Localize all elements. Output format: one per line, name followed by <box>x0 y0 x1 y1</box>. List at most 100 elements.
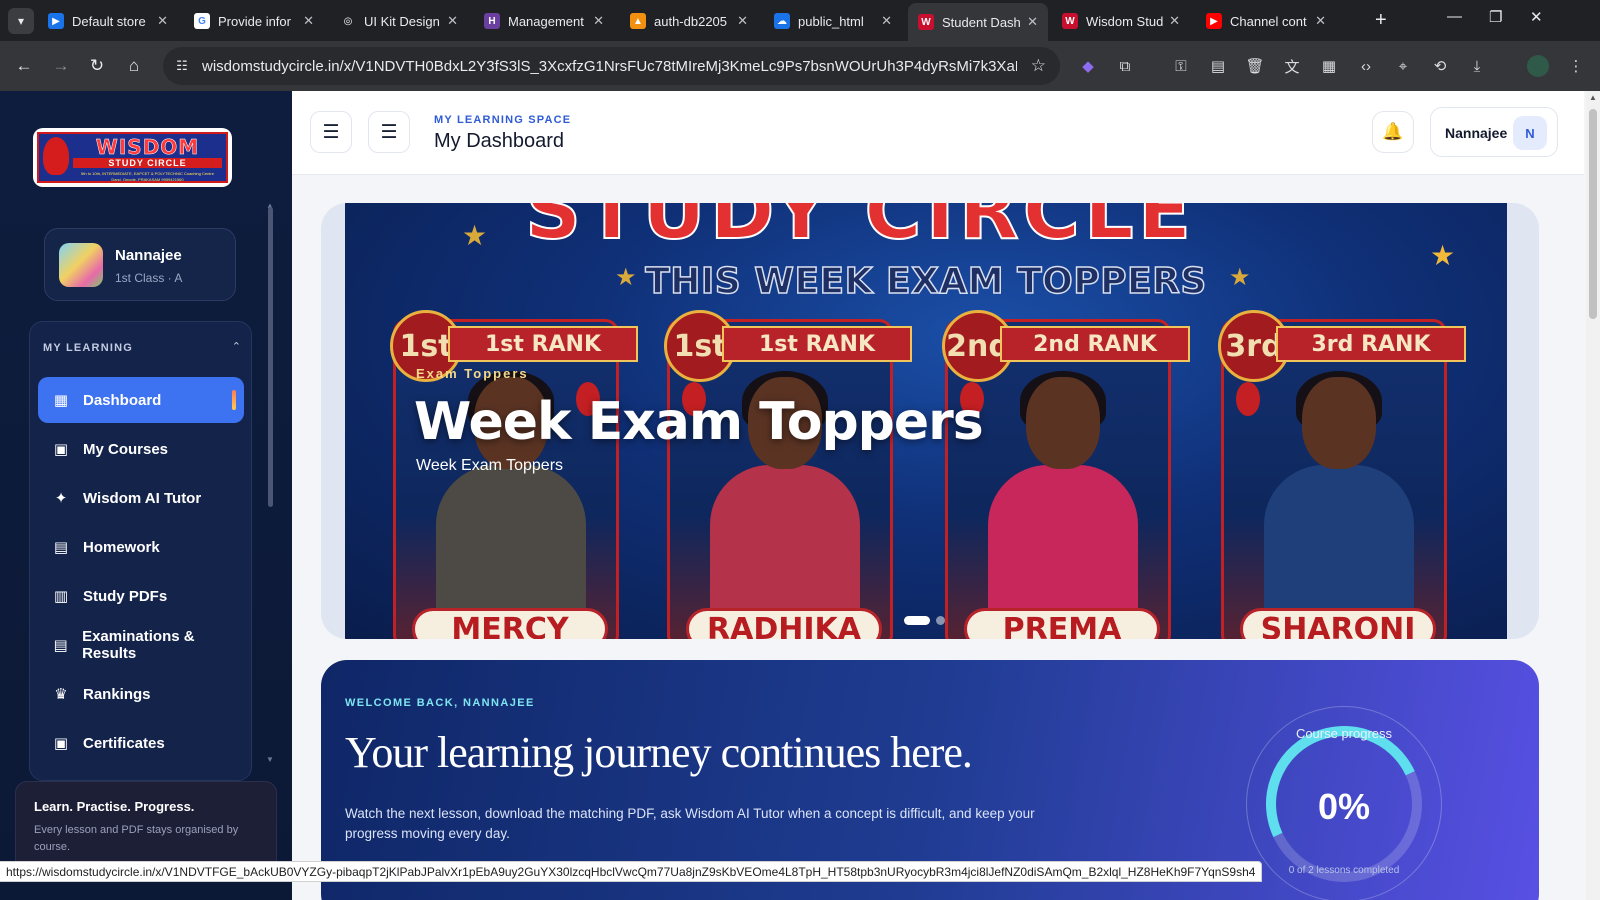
carousel-dot[interactable] <box>904 616 930 625</box>
tab-close-icon[interactable]: ✕ <box>447 13 458 29</box>
tab-title: Channel cont <box>1230 13 1307 29</box>
reading-list-icon[interactable]: ▤ <box>1207 55 1229 77</box>
restore-icon[interactable]: ❐ <box>1489 8 1502 26</box>
page-scroll-thumb[interactable] <box>1589 109 1597 319</box>
tab-close-icon[interactable]: ✕ <box>1027 14 1038 30</box>
user-initial-avatar: N <box>1513 116 1547 150</box>
carousel-dots <box>904 616 945 625</box>
browser-tab[interactable]: ▶ Channel cont ✕ <box>1196 6 1336 36</box>
carousel-dot[interactable] <box>936 616 945 625</box>
sidebar-toggle-icon[interactable]: ☰ <box>368 111 410 153</box>
password-key-icon[interactable]: ⚿ <box>1170 55 1192 77</box>
forward-icon[interactable]: → <box>50 55 72 77</box>
link-hover-status: https://wisdomstudycircle.in/x/V1NDVTFGE… <box>0 861 1262 882</box>
sidebar-item-my-courses[interactable]: ▣ My Courses <box>38 426 244 472</box>
tab-close-icon[interactable]: ✕ <box>1315 13 1326 29</box>
progress-sub: 0 of 2 lessons completed <box>1288 865 1400 876</box>
sidebar-item-rankings[interactable]: ♛ Rankings <box>38 671 244 717</box>
browser-menu-icon[interactable]: ⋮ <box>1565 55 1587 77</box>
qr-code-icon[interactable]: ▦ <box>1318 55 1340 77</box>
main-content: ☰ ☰ MY LEARNING SPACE My Dashboard 🔔 Nan… <box>292 91 1584 900</box>
sidebar-item-label: Examinations & Results <box>82 628 195 662</box>
avatar <box>59 243 103 287</box>
browser-tab[interactable]: ☁ public_html ✕ <box>764 6 902 36</box>
scroll-up-icon[interactable]: ▲ <box>1589 93 1597 102</box>
chevron-up-icon[interactable]: ⌃ <box>232 340 241 353</box>
topper-name: RADHIKA <box>686 608 882 639</box>
sidebar-scroll-down-icon[interactable]: ▼ <box>266 755 274 764</box>
brain-head-icon <box>1236 382 1260 416</box>
translate-icon[interactable]: 文 <box>1281 55 1303 77</box>
address-url[interactable]: wisdomstudycircle.in/x/V1NDVTH0BdxL2Y3fS… <box>202 58 1017 75</box>
tab-title: auth-db2205 <box>654 13 728 29</box>
site-settings-icon[interactable]: ☷ <box>173 57 191 75</box>
browser-tab[interactable]: G Provide infor ✕ <box>184 6 324 36</box>
top-bar: ☰ ☰ MY LEARNING SPACE My Dashboard 🔔 Nan… <box>292 91 1584 175</box>
library-icon: ▥ <box>53 588 69 605</box>
close-window-icon[interactable]: ✕ <box>1530 8 1543 26</box>
tab-close-icon[interactable]: ✕ <box>593 13 604 29</box>
page-scrollbar[interactable]: ▲ <box>1586 91 1600 900</box>
sidebar-item-certificates[interactable]: ▣ Certificates <box>38 720 244 766</box>
back-icon[interactable]: ← <box>13 55 35 77</box>
download-icon[interactable]: ⤓ <box>1466 55 1488 77</box>
brand-logo[interactable]: WISDOM STUDY CIRCLE 5th to 10th, INTERME… <box>33 128 232 187</box>
banner-title: Week Exam Toppers <box>414 392 984 452</box>
rank-ribbon: 1st RANK <box>722 326 912 362</box>
sidebar-scrollbar[interactable] <box>268 207 273 507</box>
notification-bell-icon[interactable]: 🔔 <box>1372 111 1414 153</box>
sparkles-icon: ✦ <box>54 490 68 507</box>
tab-favicon-icon: ◎ <box>340 13 356 29</box>
browser-tab[interactable]: W Student Dash ✕ <box>908 3 1048 41</box>
trophy-icon: ♛ <box>54 686 68 703</box>
tab-favicon-icon: W <box>918 14 934 30</box>
student-profile-card[interactable]: Nannajee 1st Class · A <box>44 228 236 301</box>
browser-tab[interactable]: ▲ auth-db2205 ✕ <box>620 6 758 36</box>
browser-tab[interactable]: W Wisdom Stud ✕ <box>1052 6 1190 36</box>
tab-close-icon[interactable]: ✕ <box>1169 13 1180 29</box>
code-icon[interactable]: ‹› <box>1355 55 1377 77</box>
welcome-text: Watch the next lesson, download the matc… <box>345 806 1035 841</box>
home-icon[interactable]: ⌂ <box>123 55 145 77</box>
tab-close-icon[interactable]: ✕ <box>881 13 892 29</box>
reload-icon[interactable]: ↻ <box>86 55 108 77</box>
section-title: MY LEARNING <box>43 342 134 354</box>
history-icon[interactable]: ⟲ <box>1429 55 1451 77</box>
tab-close-icon[interactable]: ✕ <box>737 13 748 29</box>
tab-search-button[interactable]: ▾ <box>8 8 34 34</box>
menu-toggle-icon[interactable]: ☰ <box>310 111 352 153</box>
location-pin-icon[interactable]: ⌖ <box>1392 55 1414 77</box>
topper-card: 1st 1st RANK RADHIKA <box>664 310 912 639</box>
sidebar-item-examinations-results[interactable]: ▤ Examinations & Results <box>38 622 244 668</box>
tab-close-icon[interactable]: ✕ <box>157 13 168 29</box>
profile-name: Nannajee <box>115 247 182 264</box>
document-icon: ▤ <box>53 539 69 556</box>
logo-artwork: WISDOM STUDY CIRCLE 5th to 10th, INTERME… <box>37 132 228 183</box>
new-tab-button[interactable]: + <box>1375 9 1387 31</box>
sidebar-item-label: Study PDFs <box>83 587 168 605</box>
bookmark-star-icon[interactable]: ☆ <box>1031 56 1046 76</box>
tab-favicon-icon: ▲ <box>630 13 646 29</box>
browser-tab[interactable]: H Management ✕ <box>474 6 614 36</box>
extension-diamond-icon[interactable]: ◆ <box>1077 55 1099 77</box>
sidebar-item-study-pdfs[interactable]: ▥ Study PDFs <box>38 573 244 619</box>
browser-tab[interactable]: ▶ Default store ✕ <box>38 6 178 36</box>
extensions-puzzle-icon[interactable]: ⧉ <box>1114 55 1136 77</box>
sidebar-item-wisdom-ai-tutor[interactable]: ✦ Wisdom AI Tutor <box>38 475 244 521</box>
tab-close-icon[interactable]: ✕ <box>303 13 314 29</box>
tab-title: Management <box>508 13 584 29</box>
sidebar-item-label: Rankings <box>83 685 151 703</box>
toppers-banner-carousel[interactable]: STUDY CIRCLE THIS WEEK EXAM TOPPERS ★ ★ … <box>321 203 1539 639</box>
profile-class: 1st Class · A <box>115 271 183 285</box>
profile-avatar-icon[interactable] <box>1527 55 1549 77</box>
tab-favicon-icon: ☁ <box>774 13 790 29</box>
trash-icon[interactable]: 🗑 <box>1244 55 1266 77</box>
sidebar-item-homework[interactable]: ▤ Homework <box>38 524 244 570</box>
tab-favicon-icon: W <box>1062 13 1078 29</box>
progress-value: 0% <box>1317 786 1371 827</box>
minimize-icon[interactable]: — <box>1447 8 1462 25</box>
address-bar[interactable]: ☷ wisdomstudycircle.in/x/V1NDVTH0BdxL2Y3… <box>163 47 1060 85</box>
browser-tab[interactable]: ◎ UI Kit Design ✕ <box>330 6 468 36</box>
sidebar-item-dashboard[interactable]: ▦ Dashboard <box>38 377 244 423</box>
user-menu[interactable]: Nannajee N <box>1430 107 1558 157</box>
